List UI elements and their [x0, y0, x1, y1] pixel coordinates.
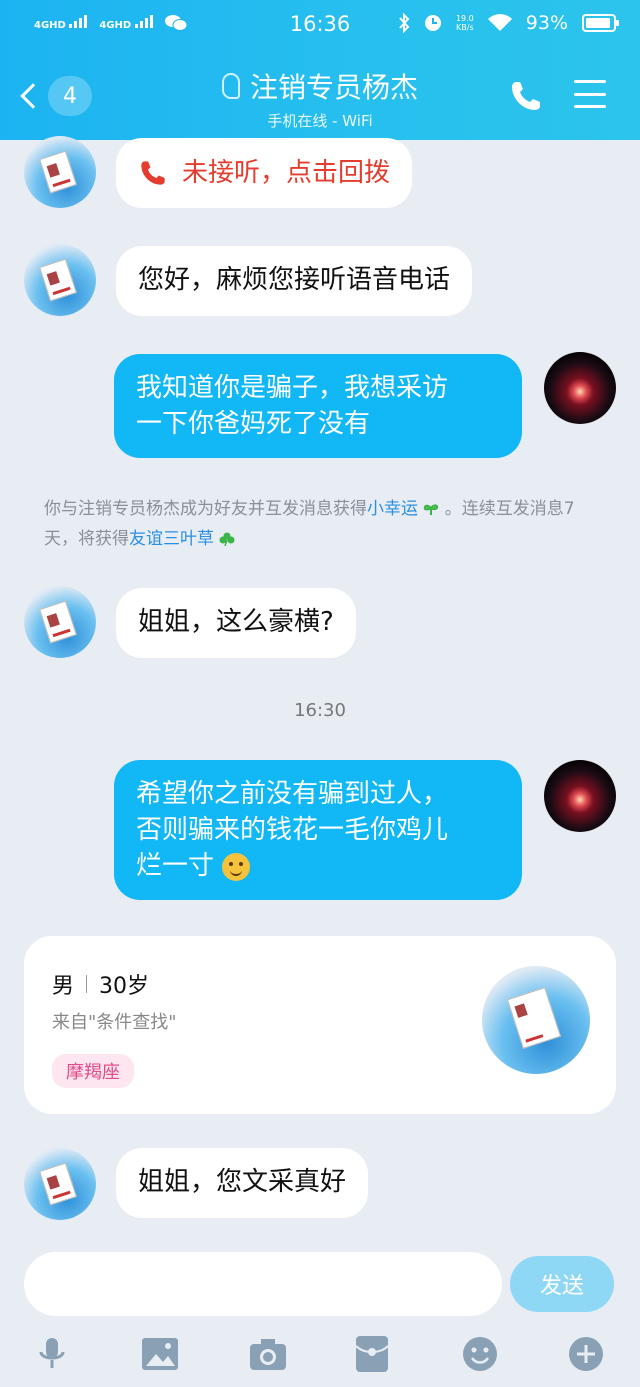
earpiece-mode-icon: [221, 73, 240, 99]
missed-call-text: 未接听，点击回拨: [182, 158, 391, 188]
message-text-line: 烂一寸: [136, 851, 215, 881]
message-timestamp: 16:30: [294, 700, 346, 721]
profile-age: 30岁: [99, 974, 150, 999]
clover-link[interactable]: 友谊三叶草: [129, 529, 214, 549]
message-text-line: 希望你之前没有骗到过人，: [136, 779, 449, 809]
image-icon[interactable]: [140, 1334, 180, 1374]
message-bubble-incoming[interactable]: 姐姐，您文采真好: [116, 1148, 369, 1218]
plus-icon[interactable]: [566, 1334, 606, 1374]
network-speed-value: 19.0: [455, 14, 474, 23]
divider: [86, 975, 88, 993]
message-text: 姐姐，您文采真好: [138, 1167, 347, 1197]
status-bar: 4GHD 4GHD 16:36 19.0 KB/s 93%: [0, 0, 640, 50]
sprout-icon: [424, 504, 439, 515]
message-text-line: 一下你爸妈死了没有: [136, 409, 371, 439]
camera-icon[interactable]: [248, 1334, 288, 1374]
profile-card[interactable]: 男 30岁 来自"条件查找" 摩羯座: [24, 936, 616, 1114]
chat-title-area[interactable]: 注销专员杨杰 手机在线 - WiFi: [0, 66, 640, 131]
missed-call-bubble[interactable]: 未接听，点击回拨: [116, 138, 413, 208]
message-bubble-incoming[interactable]: 您好，麻烦您接听语音电话: [116, 246, 473, 316]
menu-icon[interactable]: [574, 80, 606, 108]
alarm-icon: [424, 15, 441, 31]
input-toolbar: [0, 1330, 640, 1380]
bluetooth-icon: [399, 13, 410, 33]
battery-percent: 93%: [525, 12, 568, 34]
battery-icon: [582, 14, 619, 32]
contact-avatar[interactable]: [24, 136, 96, 208]
profile-basic-info: 男 30岁: [52, 968, 149, 1000]
system-notice-text: 你与注销专员杨杰成为好友并互发消息获得: [44, 499, 367, 519]
profile-gender: 男: [52, 974, 75, 999]
red-packet-icon[interactable]: [352, 1334, 392, 1374]
lucky-link[interactable]: 小幸运: [367, 499, 418, 519]
system-notice: 你与注销专员杨杰成为好友并互发消息获得小幸运 。连续互发消息7天，将获得友谊三叶…: [44, 494, 594, 554]
phone-call-icon[interactable]: [508, 78, 544, 114]
message-bubble-incoming[interactable]: 姐姐，这么豪横?: [116, 588, 356, 658]
missed-call-icon: [141, 161, 165, 185]
message-text: 姐姐，这么豪横?: [138, 607, 334, 637]
emoji-icon[interactable]: [460, 1334, 500, 1374]
network-speed-unit: KB/s: [456, 23, 474, 32]
status-right: 19.0 KB/s 93%: [398, 12, 619, 34]
message-text: 您好，麻烦您接听语音电话: [138, 265, 451, 295]
message-text-line: 我知道你是骗子，我想采访: [136, 373, 449, 403]
mic-icon[interactable]: [32, 1334, 72, 1374]
profile-card-avatar[interactable]: [482, 966, 590, 1074]
send-button[interactable]: 发送: [510, 1256, 614, 1312]
contact-avatar[interactable]: [24, 586, 96, 658]
message-bubble-outgoing[interactable]: 希望你之前没有骗到过人， 否则骗来的钱花一毛你鸡儿 烂一寸: [114, 760, 522, 900]
chat-header: 4GHD 4GHD 16:36 19.0 KB/s 93% 4 注销专员杨杰 手…: [0, 0, 640, 140]
message-text-line: 否则骗来的钱花一毛你鸡儿: [136, 815, 449, 845]
contact-name: 注销专员杨杰: [249, 71, 418, 104]
my-avatar[interactable]: [544, 760, 616, 832]
smile-emoji-icon: [222, 852, 251, 881]
clover-icon: [219, 532, 235, 546]
profile-source: 来自"条件查找": [52, 1012, 177, 1033]
battery-fill: [586, 18, 611, 28]
my-avatar[interactable]: [544, 352, 616, 424]
contact-avatar[interactable]: [24, 1148, 96, 1220]
network-speed: 19.0 KB/s: [456, 14, 474, 32]
message-text-line-with-emoji: 烂一寸: [136, 848, 500, 884]
zodiac-tag: 摩羯座: [52, 1054, 134, 1088]
wifi-icon: [487, 14, 512, 31]
contact-avatar[interactable]: [24, 244, 96, 316]
message-bubble-outgoing[interactable]: 我知道你是骗子，我想采访 一下你爸妈死了没有: [114, 354, 522, 458]
message-input[interactable]: [24, 1252, 502, 1316]
online-status: 手机在线 - WiFi: [267, 112, 373, 130]
